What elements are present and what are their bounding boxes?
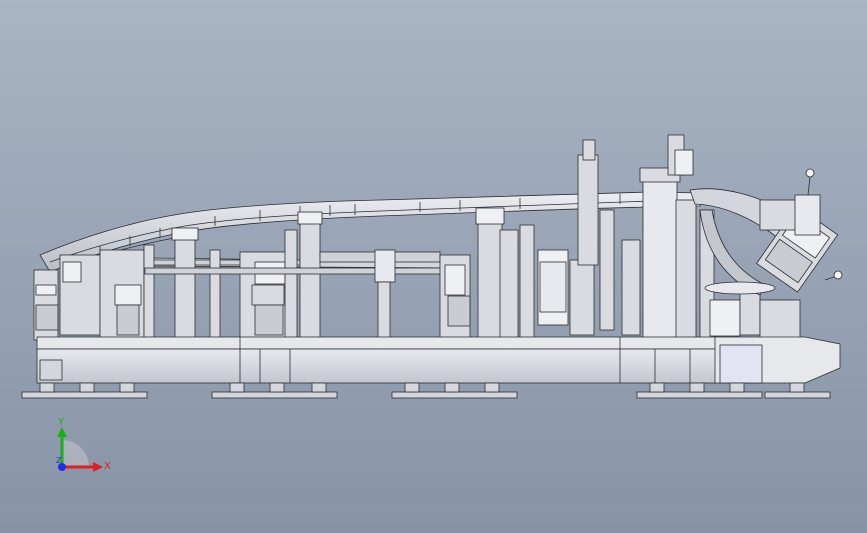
assembly-side-view[interactable]: Y X Z: [0, 0, 867, 533]
x-axis-arrowhead-icon: [93, 462, 103, 472]
x-axis-label: X: [104, 461, 111, 472]
y-axis-label: Y: [57, 417, 65, 428]
base-table: [36, 336, 841, 384]
base-feet: [21, 382, 831, 399]
z-axis-label: Z: [56, 456, 62, 465]
y-axis-arrowhead-icon: [57, 427, 67, 437]
coordinate-triad[interactable]: Y X Z: [56, 417, 111, 472]
triad-plane-icon: [62, 440, 89, 467]
cad-graphics-viewport[interactable]: Y X Z: [0, 0, 867, 533]
